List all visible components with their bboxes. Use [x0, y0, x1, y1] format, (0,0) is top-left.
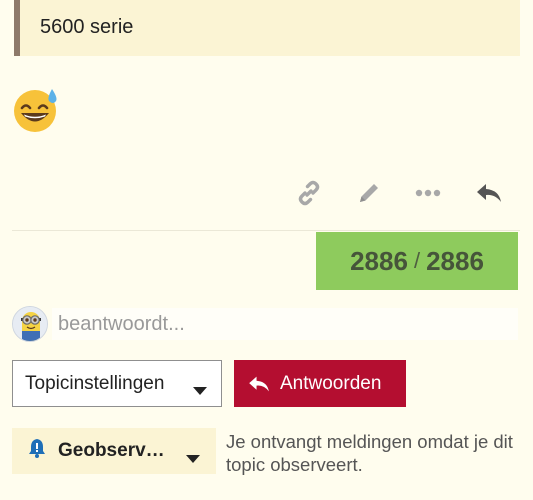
topic-settings-dropdown[interactable]: Topicinstellingen — [12, 360, 222, 407]
typing-indicator-row: beantwoordt... — [12, 306, 518, 342]
chevron-down-icon — [186, 448, 200, 470]
link-icon[interactable] — [291, 175, 327, 211]
reply-icon — [249, 376, 269, 391]
reply-button-label: Antwoorden — [280, 372, 382, 394]
quote-block: 5600 serie — [14, 0, 520, 56]
pencil-icon[interactable] — [351, 175, 387, 211]
reply-button[interactable]: Antwoorden — [234, 360, 406, 407]
quote-text: 5600 serie — [40, 16, 134, 38]
notification-level-dropdown[interactable]: Geobserv… — [12, 428, 216, 474]
typing-indicator-text: beantwoordt... — [52, 308, 518, 340]
progress-separator: / — [413, 248, 421, 273]
sweat-smile-emoji — [12, 86, 60, 134]
avatar — [12, 306, 48, 342]
topic-progress[interactable]: 2886 / 2886 — [316, 232, 518, 290]
topic-settings-label: Topicinstellingen — [25, 372, 165, 394]
progress-total: 2886 — [426, 245, 484, 276]
notification-level-label: Geobserv… — [58, 440, 165, 461]
bell-icon — [28, 438, 46, 464]
post-actions — [0, 175, 533, 211]
post-divider — [12, 230, 520, 231]
ellipsis-icon[interactable] — [410, 175, 446, 211]
notification-reason-text: Je ontvangt meldingen omdat je dit topic… — [226, 431, 513, 475]
reply-arrow-icon[interactable] — [471, 175, 507, 211]
chevron-down-icon — [193, 380, 207, 402]
progress-current: 2886 — [350, 245, 408, 276]
